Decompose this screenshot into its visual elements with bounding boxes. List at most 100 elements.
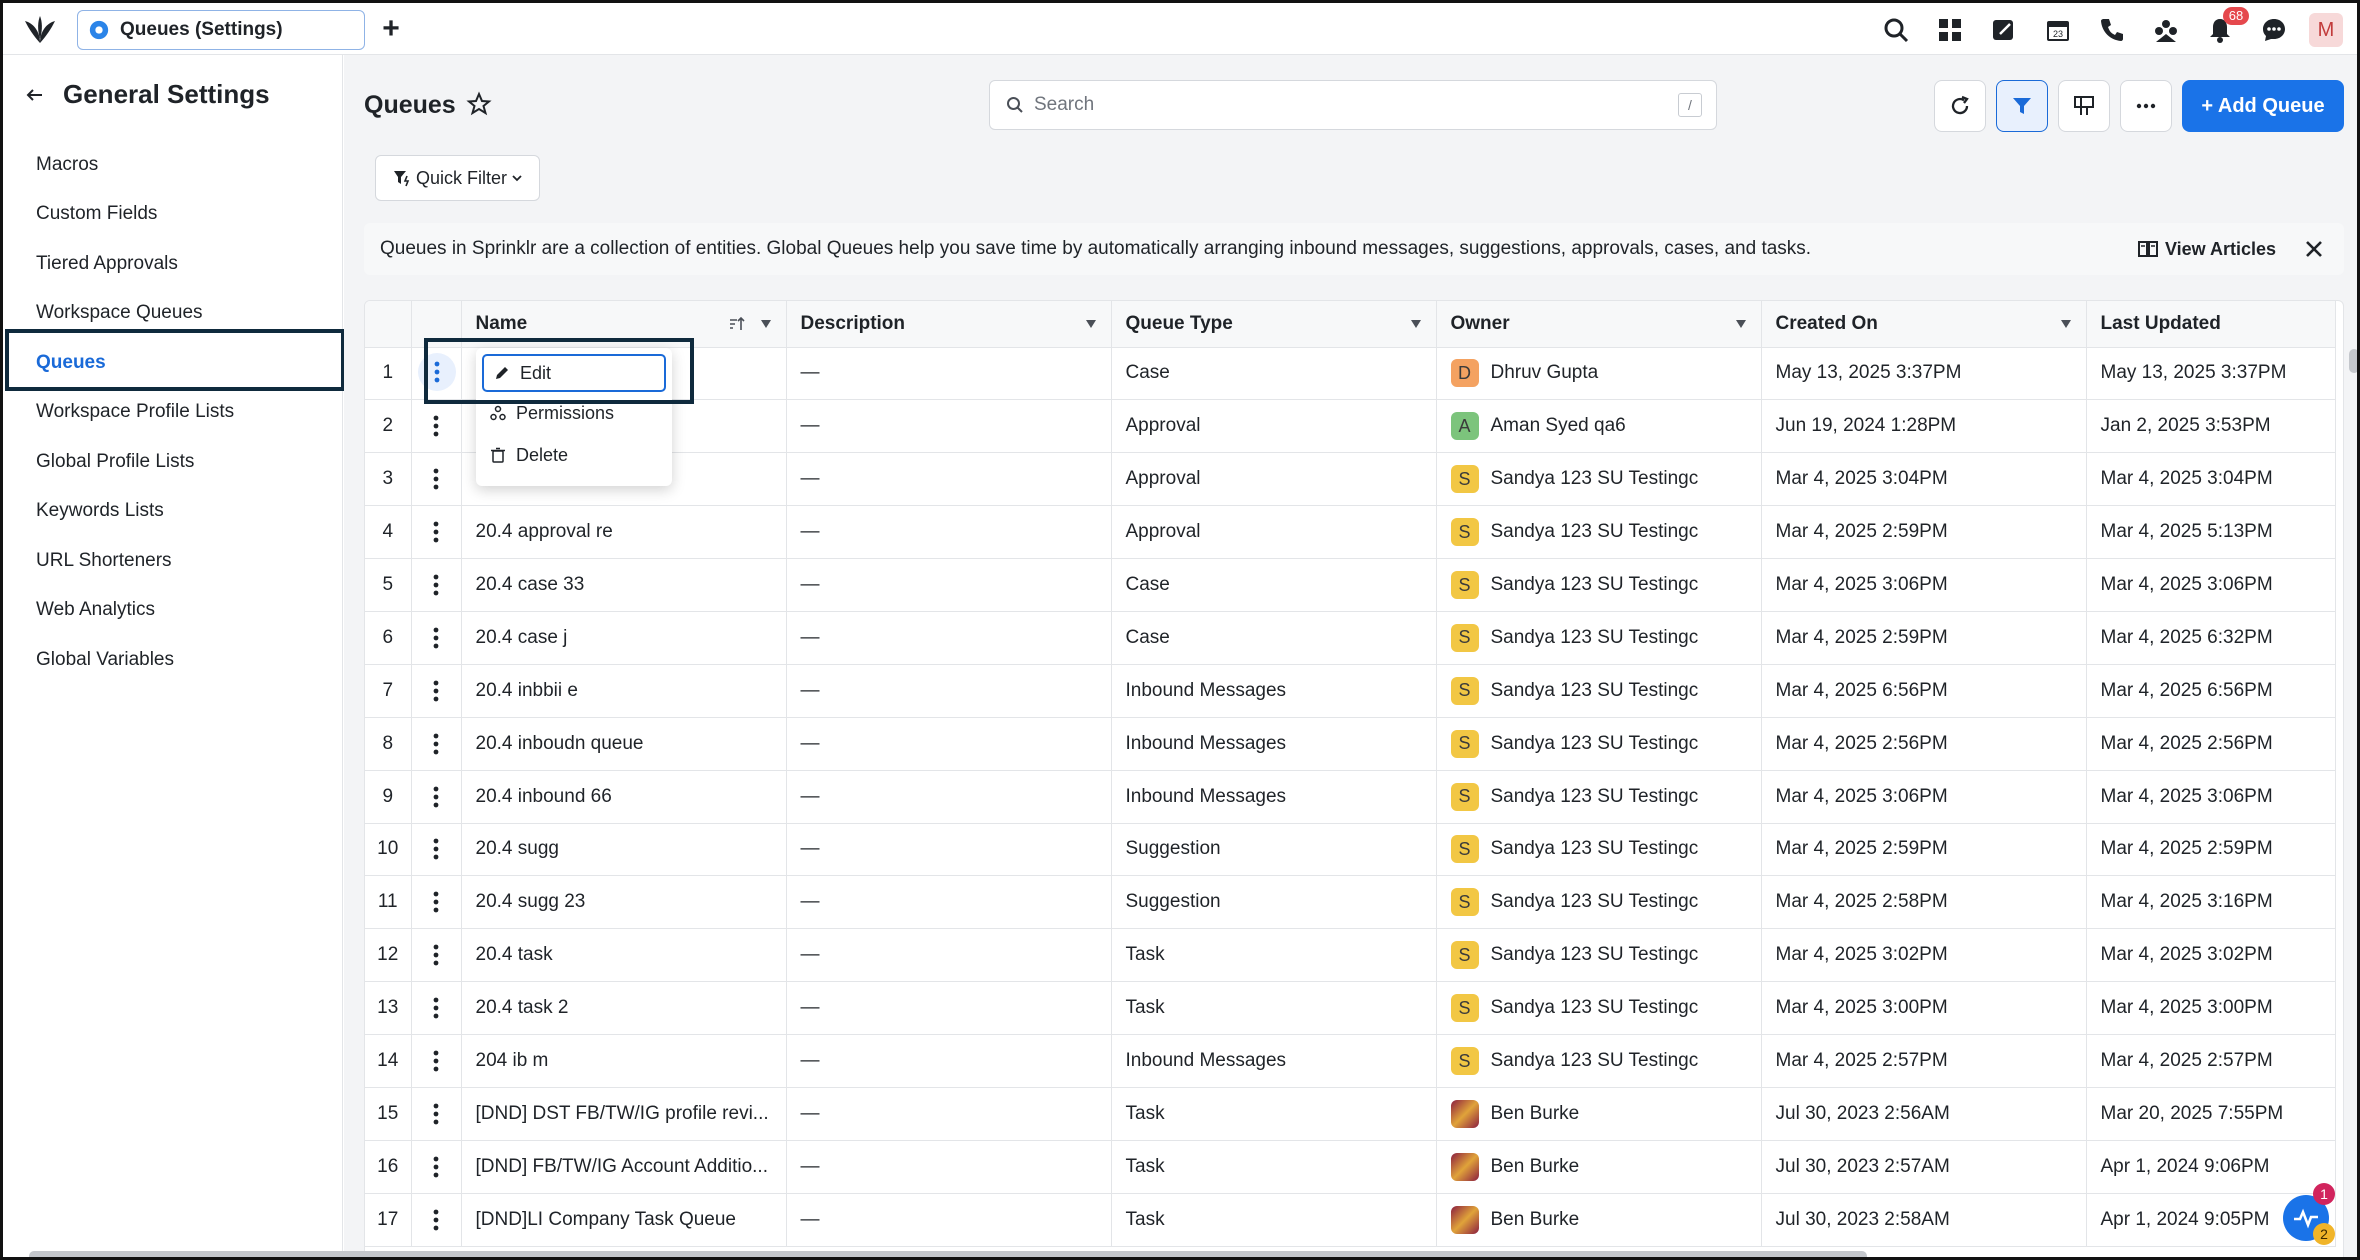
column-menu-caret-icon[interactable]	[2060, 319, 2072, 329]
row-actions-cell[interactable]	[411, 1193, 462, 1247]
favorite-star-icon[interactable]	[466, 91, 492, 117]
queue-name-cell[interactable]: 20.4 inbound 66	[461, 770, 787, 824]
close-icon[interactable]	[2302, 237, 2326, 261]
sidebar-item-custom-fields[interactable]: Custom Fields	[3, 190, 343, 240]
user-avatar[interactable]: M	[2309, 13, 2343, 47]
table-row[interactable]: 9 20.4 inbound 66— Inbound Messages S Sandya…	[365, 770, 2336, 824]
phone-icon[interactable]	[2085, 11, 2139, 49]
row-actions-cell[interactable]	[411, 717, 462, 771]
kebab-menu-icon[interactable]	[433, 891, 439, 913]
table-row[interactable]: 16 [DND] FB/TW/IG Account Additio... — Task…	[365, 1140, 2336, 1194]
queue-name-cell[interactable]: 20.4 sugg	[461, 823, 787, 877]
column-menu-caret-icon[interactable]	[1410, 319, 1422, 329]
sidebar-item-workspace-profile-lists[interactable]: Workspace Profile Lists	[3, 388, 343, 438]
queue-name-cell[interactable]: [DND] FB/TW/IG Account Additio...	[461, 1140, 787, 1194]
kebab-menu-icon[interactable]	[433, 415, 439, 437]
kebab-menu-icon[interactable]	[433, 680, 439, 702]
column-menu-caret-icon[interactable]	[1085, 319, 1097, 329]
sidebar-item-macros[interactable]: Macros	[3, 140, 343, 190]
menu-item-permissions[interactable]: Permissions	[476, 392, 672, 434]
queue-name-cell[interactable]: 20.4 case 33	[461, 558, 787, 612]
queue-name-cell[interactable]: 20.4 approval re	[461, 505, 787, 560]
queue-name-cell[interactable]: 20.4 task 2	[461, 981, 787, 1036]
columns-button[interactable]	[2058, 80, 2110, 132]
row-actions-cell[interactable]	[411, 558, 462, 612]
active-window-tab[interactable]: Queues (Settings)	[77, 10, 365, 50]
kebab-menu-icon[interactable]	[433, 838, 439, 860]
apps-grid-icon[interactable]	[1923, 11, 1977, 49]
notifications-bell-icon[interactable]: 68	[2193, 7, 2249, 49]
kebab-menu-icon[interactable]	[433, 574, 439, 596]
table-row[interactable]: 8 20.4 inboudn queue — Inbound Messages S San…	[365, 717, 2336, 771]
kebab-menu-icon[interactable]	[433, 1050, 439, 1072]
row-actions-cell[interactable]	[411, 875, 462, 930]
sidebar-item-queues[interactable]: Queues	[3, 338, 343, 388]
search-bar[interactable]: /	[989, 80, 1717, 130]
row-1-actions-active-icon[interactable]	[418, 353, 456, 391]
back-arrow-icon[interactable]	[25, 85, 45, 105]
vertical-scrollbar[interactable]	[2349, 349, 2357, 373]
row-actions-cell[interactable]	[411, 770, 462, 824]
kebab-menu-icon[interactable]	[433, 733, 439, 755]
quick-filter-button[interactable]: Quick Filter	[375, 155, 540, 201]
queue-name-cell[interactable]: [DND]LI Company Task Queue	[461, 1193, 787, 1247]
table-row[interactable]: 11 20.4 sugg 23— Suggestion S Sandya 123 SU …	[365, 875, 2336, 930]
search-input[interactable]	[1034, 94, 1678, 116]
row-actions-cell[interactable]	[411, 981, 462, 1036]
kebab-menu-icon[interactable]	[433, 627, 439, 649]
row-actions-cell[interactable]	[411, 1087, 462, 1141]
search-icon[interactable]	[1869, 11, 1923, 49]
view-articles-link[interactable]: View Articles	[2137, 223, 2276, 275]
kebab-menu-icon[interactable]	[433, 997, 439, 1019]
table-row[interactable]: 6 20.4 case j — Case S Sandya 123 SU Testingc…	[365, 611, 2336, 665]
filter-button[interactable]	[1996, 80, 2048, 132]
column-header-owner[interactable]: Owner	[1436, 301, 1762, 348]
sidebar-item-global-profile-lists[interactable]: Global Profile Lists	[3, 437, 343, 487]
sidebar-item-workspace-queues[interactable]: Workspace Queues	[3, 289, 343, 339]
kebab-menu-icon[interactable]	[433, 521, 439, 543]
table-row[interactable]: 15 [DND] DST FB/TW/IG profile revi... — Tas…	[365, 1087, 2336, 1141]
row-actions-cell[interactable]	[411, 928, 462, 983]
more-options-button[interactable]	[2120, 80, 2172, 132]
row-actions-cell[interactable]	[411, 823, 462, 877]
chat-icon[interactable]	[2247, 11, 2301, 49]
horizontal-scrollbar[interactable]	[29, 1251, 1867, 1257]
kebab-menu-icon[interactable]	[433, 1209, 439, 1231]
row-actions-cell[interactable]	[411, 452, 462, 507]
row-actions-cell[interactable]	[411, 611, 462, 665]
table-row[interactable]: 17 [DND]LI Company Task Queue — Task Ben Bur…	[365, 1193, 2336, 1247]
sidebar-item-global-variables[interactable]: Global Variables	[3, 635, 343, 685]
kebab-menu-icon[interactable]	[433, 1156, 439, 1178]
row-actions-cell[interactable]	[411, 1034, 462, 1088]
row-actions-cell[interactable]	[411, 505, 462, 560]
table-row[interactable]: 10 20.4 sugg — Suggestion S Sandya 123 SU Tes…	[365, 823, 2336, 877]
kebab-menu-icon[interactable]	[433, 468, 439, 490]
table-row[interactable]: 14 204 ib m — Inbound Messages S Sandya 123 S…	[365, 1034, 2336, 1088]
kebab-menu-icon[interactable]	[433, 1103, 439, 1125]
column-header-name[interactable]: Name	[461, 301, 787, 348]
table-row[interactable]: 13 20.4 task 2— Task S Sandya 123 SU Testing…	[365, 981, 2336, 1036]
row-actions-cell[interactable]	[411, 1140, 462, 1194]
sidebar-item-tiered-approvals[interactable]: Tiered Approvals	[3, 239, 343, 289]
column-header-description[interactable]: Description	[786, 301, 1112, 348]
table-row[interactable]: 7 20.4 inbbii e — Inbound Messages S Sandya 1…	[365, 664, 2336, 718]
column-header-queue-type[interactable]: Queue Type	[1111, 301, 1437, 348]
column-header-last-updated[interactable]: Last Updated	[2086, 301, 2336, 348]
row-actions-cell[interactable]	[411, 664, 462, 718]
sort-ascending-icon[interactable]	[728, 315, 746, 333]
sprinklr-logo-icon[interactable]	[21, 13, 59, 47]
menu-item-edit[interactable]: Edit	[482, 354, 666, 392]
kebab-menu-icon[interactable]	[433, 786, 439, 808]
column-header-created-on[interactable]: Created On	[1761, 301, 2087, 348]
queue-name-cell[interactable]: 20.4 inboudn queue	[461, 717, 787, 771]
column-menu-caret-icon[interactable]	[760, 319, 772, 329]
sidebar-item-web-analytics[interactable]: Web Analytics	[3, 586, 343, 636]
new-tab-plus-icon[interactable]: +	[376, 14, 406, 45]
queue-name-cell[interactable]: 20.4 sugg 23	[461, 875, 787, 930]
compose-icon[interactable]	[1977, 11, 2031, 49]
queue-name-cell[interactable]: [DND] DST FB/TW/IG profile revi...	[461, 1087, 787, 1141]
team-icon[interactable]	[2139, 11, 2193, 49]
queue-name-cell[interactable]: 20.4 case j	[461, 611, 787, 665]
sidebar-item-url-shorteners[interactable]: URL Shorteners	[3, 536, 343, 586]
queue-name-cell[interactable]: 20.4 task	[461, 928, 787, 983]
